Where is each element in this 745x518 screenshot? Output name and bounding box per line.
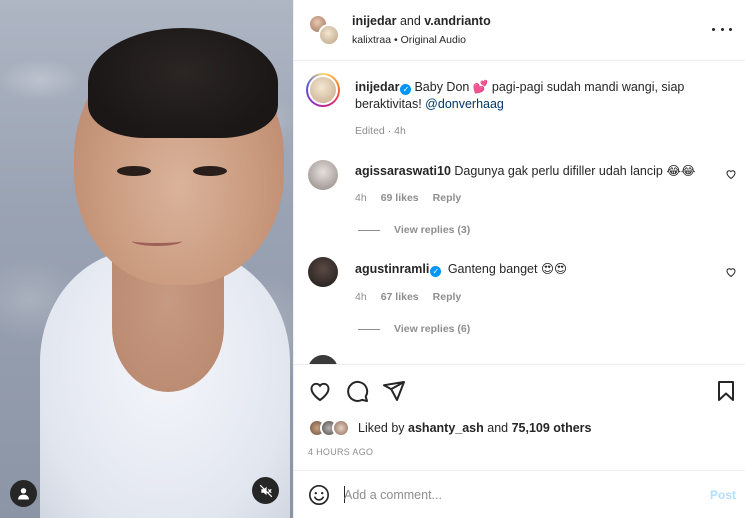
baby-mouth <box>132 236 182 246</box>
baby-eye-right <box>193 166 227 176</box>
comment-likes[interactable]: 67 likes <box>381 291 419 303</box>
post-timestamp[interactable]: 4 HOURS AGO <box>308 447 373 457</box>
avatar <box>308 75 338 105</box>
comment-input[interactable] <box>344 484 684 506</box>
more-options-button[interactable] <box>712 21 732 37</box>
bookmark-icon[interactable] <box>714 379 738 403</box>
caption-username[interactable]: inijedar <box>355 80 399 94</box>
more-horizontal-icon <box>712 27 715 31</box>
heart-icon[interactable] <box>725 266 737 278</box>
post-modal: inijedar and v.andrianto kalixtraa • Ori… <box>0 0 745 518</box>
avatar <box>318 24 340 46</box>
caption-meta: Edited · 4h <box>355 125 406 137</box>
comments-list[interactable]: inijedar ✓ Baby Don 💕 pagi-pagi sudah mand… <box>294 62 745 364</box>
avatar[interactable] <box>308 160 338 190</box>
view-replies-button[interactable]: View replies (6) <box>358 323 470 335</box>
comment-text: agustinramli ✓ Ganteng banget 😍😍 <box>355 262 568 277</box>
liker-username[interactable]: ashanty_ash <box>408 421 484 435</box>
comment-time[interactable]: 4h <box>355 192 367 204</box>
comment-icon[interactable] <box>345 379 369 403</box>
tagged-users-button[interactable] <box>10 480 37 507</box>
verified-badge-icon: ✓ <box>400 84 412 95</box>
liked-by: Liked by ashanty_ash and 75,109 others <box>308 417 592 439</box>
emoji-icon[interactable] <box>308 484 330 506</box>
caption-avatar[interactable] <box>306 73 340 107</box>
post-header: inijedar and v.andrianto kalixtraa • Ori… <box>294 0 745 61</box>
reply-button[interactable]: Reply <box>433 291 462 303</box>
author-username[interactable]: inijedar <box>352 14 396 28</box>
comment-likes[interactable]: 69 likes <box>381 192 419 204</box>
post-button[interactable]: Post <box>710 488 736 502</box>
comment-meta: 4h 67 likes Reply <box>355 291 461 303</box>
post-authors: inijedar and v.andrianto <box>352 14 491 28</box>
comment-username[interactable]: agustinramli <box>355 262 429 276</box>
divider <box>358 229 380 231</box>
likes-count[interactable]: 75,109 others <box>512 421 592 435</box>
comment-time[interactable]: 4h <box>355 291 367 303</box>
user-icon <box>18 488 29 500</box>
avatar[interactable] <box>332 419 350 437</box>
baby-hair <box>88 28 278 138</box>
post-actions: Liked by ashanty_ash and 75,109 others 4… <box>294 364 745 464</box>
comment-meta: 4h 69 likes Reply <box>355 192 461 204</box>
baby-eye-left <box>117 166 151 176</box>
comment-text: agissaraswati10 Dagunya gak perlu difill… <box>355 164 696 178</box>
caption-mention[interactable]: @donverhaag <box>425 97 504 111</box>
mute-button[interactable] <box>252 477 279 504</box>
avatar[interactable] <box>308 355 338 364</box>
audio-user[interactable]: kalixtraa <box>352 34 391 46</box>
speaker-muted-icon <box>259 484 272 497</box>
audio-label[interactable]: Original Audio <box>401 34 466 46</box>
divider <box>358 328 380 330</box>
verified-badge-icon: ✓ <box>430 266 442 277</box>
avatar[interactable] <box>308 257 338 287</box>
dot <box>720 27 724 31</box>
audio-info: kalixtraa • Original Audio <box>352 34 466 46</box>
comment-username[interactable]: agissaraswati10 <box>355 164 451 178</box>
comment-composer: Post <box>294 470 745 518</box>
caption: inijedar ✓ Baby Don 💕 pagi-pagi sudah mand… <box>355 79 725 113</box>
collab-avatars[interactable] <box>308 14 340 46</box>
view-replies-button[interactable]: View replies (3) <box>358 224 470 236</box>
heart-icon[interactable] <box>725 168 737 180</box>
share-icon[interactable] <box>382 379 406 403</box>
reply-button[interactable]: Reply <box>433 192 462 204</box>
likes-summary: Liked by ashanty_ash and 75,109 others <box>358 421 592 435</box>
post-sidebar: inijedar and v.andrianto kalixtraa • Ori… <box>293 0 745 518</box>
heart-icon[interactable] <box>308 379 332 403</box>
post-video[interactable] <box>0 0 293 518</box>
dot <box>729 27 732 31</box>
collaborator-username[interactable]: v.andrianto <box>424 14 490 28</box>
